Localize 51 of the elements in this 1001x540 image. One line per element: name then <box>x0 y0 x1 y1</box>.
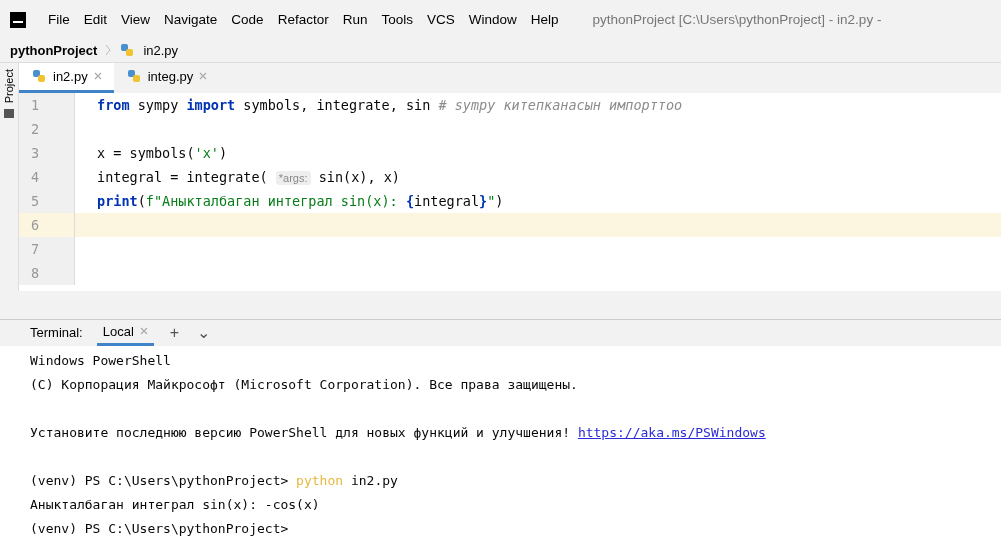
terminal-text: Windows PowerShell <box>30 352 171 368</box>
chevron-icon <box>105 44 112 57</box>
menu-item[interactable]: Navigate <box>164 12 218 28</box>
code-line: from sympy import symbols, integrate, sin # sympy китепканасын импорттоо <box>97 96 683 113</box>
menu-item[interactable]: Code <box>231 12 264 28</box>
terminal-label: Terminal: <box>30 324 83 343</box>
project-side-tab[interactable]: Project <box>3 68 15 103</box>
code-line: integral = integrate( *args: sin(x), x) <box>97 168 400 185</box>
menu-item[interactable]: View <box>121 12 151 28</box>
line-number: 1 <box>19 92 75 117</box>
terminal-text: (C) Корпорация Майкрософт (Microsoft Corporation). Все права защищены. <box>30 376 578 392</box>
menu-item[interactable]: Window <box>468 12 517 28</box>
line-number: 2 <box>19 116 75 141</box>
line-number: 3 <box>19 140 75 165</box>
close-icon[interactable] <box>93 72 102 81</box>
menu-item[interactable]: Edit <box>83 12 108 28</box>
menu-item[interactable]: Tools <box>381 12 413 28</box>
menu-item[interactable]: Help <box>530 12 559 28</box>
terminal-text: Аныкталбаган интеграл sin(x): -cos(x) <box>30 496 320 512</box>
add-terminal-button[interactable]: + <box>167 319 182 346</box>
terminal-text: (venv) PS C:\Users\pythonProject> <box>30 520 289 536</box>
window-title: pythonProject [C:\Users\pythonProject] - in2.py - <box>592 12 882 28</box>
menu-item[interactable]: File <box>48 12 70 28</box>
terminal-command: python <box>296 472 344 488</box>
folder-icon <box>4 108 14 118</box>
file-tab[interactable]: in2.py <box>19 62 114 93</box>
code-line: print(f"Аныкталбаган интеграл sin(x): {integral}") <box>97 192 504 209</box>
menu-item[interactable]: VCS <box>426 12 455 28</box>
breadcrumb-item[interactable]: in2.py <box>143 42 179 58</box>
python-file-icon <box>119 42 136 59</box>
terminal-text: (venv) PS C:\Users\pythonProject> <box>30 472 290 488</box>
terminal-dropdown-button[interactable]: ⌄ <box>195 319 213 346</box>
line-number: 8 <box>19 260 75 285</box>
close-icon[interactable] <box>139 327 148 336</box>
file-tab[interactable]: integ.py <box>113 62 220 93</box>
app-logo-icon <box>10 11 26 28</box>
python-file-icon <box>125 68 142 85</box>
terminal-panel[interactable] <box>0 346 1001 540</box>
terminal-text: Установите последнюю версию PowerShell для новых функций и улучшения! <box>30 424 572 440</box>
close-icon[interactable] <box>199 72 208 81</box>
python-file-icon <box>31 68 47 85</box>
line-number: 7 <box>19 236 75 261</box>
line-number: 4 <box>19 164 75 189</box>
terminal-text: in2.py <box>349 472 398 488</box>
menu-item[interactable]: Run <box>342 12 368 28</box>
breadcrumb-item[interactable]: pythonProject <box>10 42 98 58</box>
menu-item[interactable]: Refactor <box>277 12 329 28</box>
code-editor[interactable]: 1 from sympy import symbols, integrate, sin # sympy китепканасын импорттоо 2 3 x = symbols('x') 4 integral = integrate( *args: sin(x), x) 5 print(f"Аныкталбаган интеграл sin(x): {integral}") 6 7 8 <box>19 92 1001 291</box>
code-line: x = symbols('x') <box>97 144 228 161</box>
terminal-link[interactable]: https://aka.ms/PSWindows <box>577 424 766 440</box>
line-number: 5 <box>19 188 75 213</box>
